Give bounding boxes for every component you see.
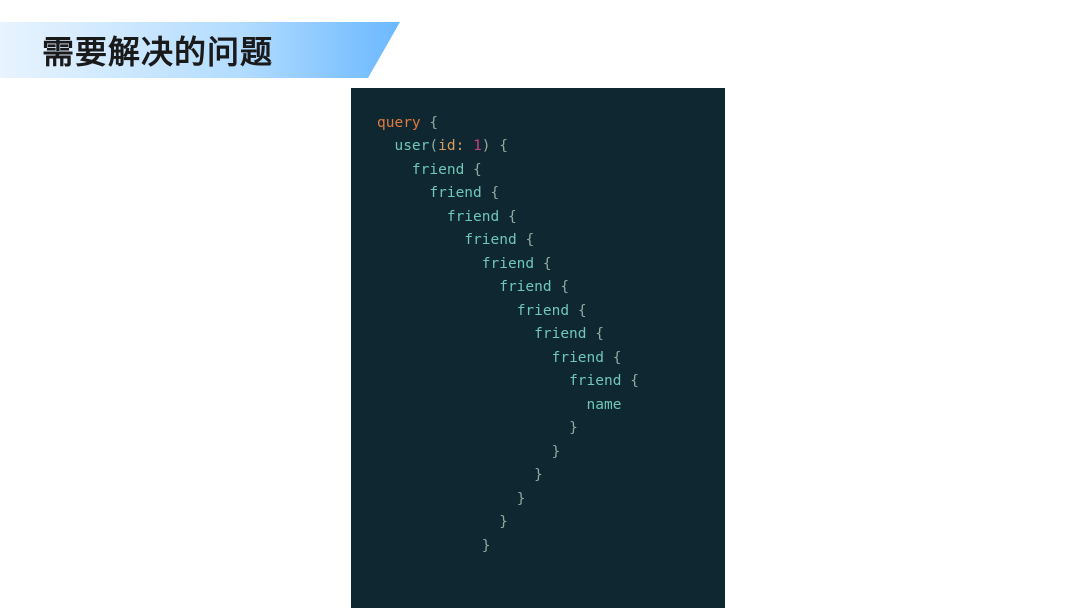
code-friend-field: friend (429, 185, 481, 201)
code-arg-value: 1 (473, 138, 482, 154)
code-friend-field: friend (552, 350, 604, 366)
code-block: query { user(id: 1) { friend { friend { … (351, 88, 725, 608)
code-keyword: query (377, 115, 421, 131)
code-friend-field: friend (499, 279, 551, 295)
code-friend-field: friend (412, 162, 464, 178)
code-friend-field: friend (464, 232, 516, 248)
code-friend-field: friend (569, 373, 621, 389)
code-leaf-field: name (587, 397, 622, 413)
code-friend-field: friend (447, 209, 499, 225)
slide-title: 需要解决的问题 (0, 27, 273, 73)
code-content: query { user(id: 1) { friend { friend { … (377, 112, 699, 558)
code-user-fn: user (394, 138, 429, 154)
code-friend-field: friend (517, 303, 569, 319)
code-friend-field: friend (534, 326, 586, 342)
slide-title-banner: 需要解决的问题 (0, 22, 273, 78)
code-arg-name: id (438, 138, 455, 154)
code-friend-field: friend (482, 256, 534, 272)
